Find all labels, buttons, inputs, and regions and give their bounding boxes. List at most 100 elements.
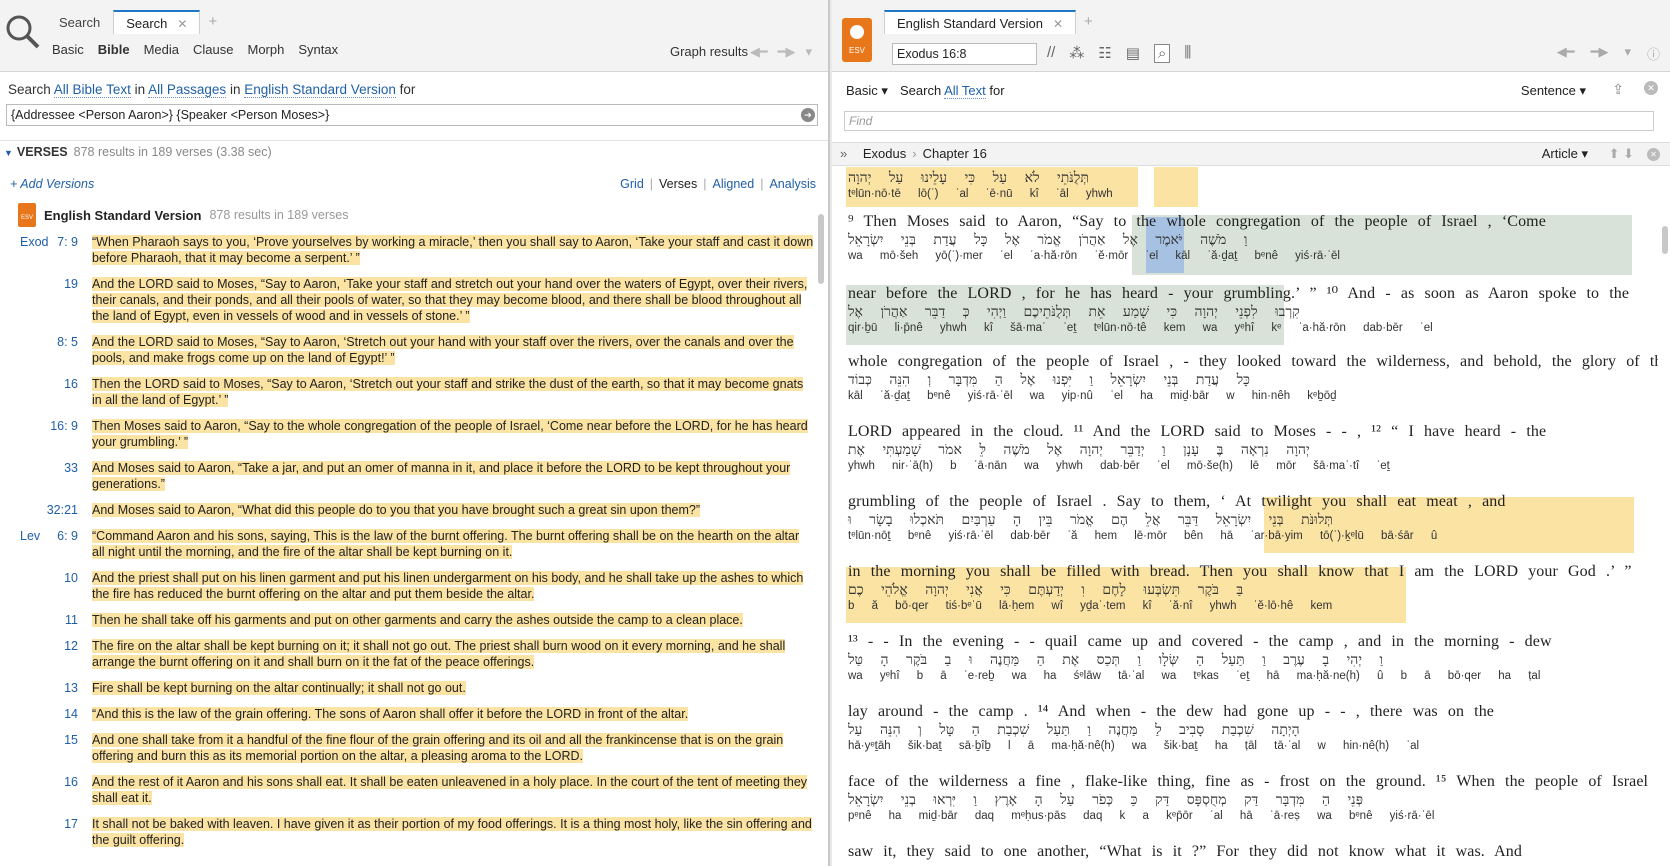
expand-sidebar-icon[interactable]: » [840,146,847,161]
search-scope: Search All Text for [900,83,1005,99]
verse-result[interactable]: Exod 7: 9 “When Pharaoh says to you, ‘Prov… [0,234,814,266]
passages-link[interactable]: All Passages [148,82,227,98]
view-aligned[interactable]: Aligned [713,177,755,191]
graph-results-button[interactable]: Graph results [670,44,748,59]
view-verses[interactable]: Verses [659,177,697,191]
verse-ref[interactable]: 19 [40,276,78,292]
verse-text: Fire shall be kept burning on the altar … [92,681,466,695]
transliteration-line: pᵉnê ha miḏ·bār daq mᵉḥus·pās daq k a kᵉ… [848,810,1435,822]
verse-ref[interactable]: 11 [40,612,78,628]
run-search-icon[interactable]: ➔ [801,108,815,122]
info-icon[interactable]: ⓘ [1647,44,1660,63]
tab-esv[interactable]: English Standard Version ✕ [884,10,1077,34]
verse-result[interactable]: 8: 5 And the LORD said to Moses, “Say to … [0,334,814,366]
add-tab-button[interactable]: + [200,10,225,34]
verse-ref[interactable]: 10 [40,570,78,586]
forward-arrow-icon[interactable]: ━▶ [1591,44,1609,63]
verse-ref[interactable]: 16 [40,376,78,392]
add-versions-link[interactable]: + Add Versions [10,177,94,191]
verse-result[interactable]: 33 And Moses said to Aaron, “Take a jar, … [0,460,814,492]
verse-book[interactable]: Lev [20,528,40,544]
verse-result[interactable]: 12 The fire on the altar shall be kept bu… [0,638,814,670]
hebrew-line: בַּ בֹּקֶר תִּשְׂבְּעוּ לָחֶם וִ יְדַעְת… [848,583,1244,598]
query-input[interactable]: {Addressee <Person Aaron>} {Speaker <Per… [6,104,818,126]
breadcrumb-chapter[interactable]: Chapter 16 [923,146,987,161]
view-grid[interactable]: Grid [620,177,644,191]
verse-ref[interactable]: 32:21 [40,502,78,518]
verse-ref[interactable]: 17 [40,816,78,832]
sentence-dropdown[interactable]: Sentence ▾ [1521,83,1586,99]
close-breadcrumb-icon[interactable]: ✕ [1647,148,1660,161]
verse-result[interactable]: 16 And the rest of it Aaron and his sons … [0,774,814,806]
up-down-arrows-icon[interactable]: ⬆ ⬇ [1609,143,1634,165]
verse-result[interactable]: 19 And the LORD said to Moses, “Say to Aa… [0,276,814,324]
in-label: in [229,82,241,97]
nav-basic[interactable]: Basic [52,42,84,57]
search-icon[interactable] [4,10,44,68]
breadcrumb-book[interactable]: Exodus [863,146,906,161]
nav-media[interactable]: Media [144,42,179,57]
results-summary: 878 results in 189 verses (3.38 sec) [73,145,272,159]
verse-result[interactable]: 16: 9 Then Moses said to Aaron, “Say to t… [0,418,814,450]
verse-result[interactable]: 16 Then the LORD said to Moses, “Say to A… [0,376,814,408]
esv-logo-icon[interactable]: ESV [842,18,872,62]
verse-ref[interactable]: 16 [40,774,78,790]
find-input[interactable]: Find [844,111,1654,131]
close-search-icon[interactable]: ✕ [1644,81,1658,95]
close-tab-icon[interactable]: ✕ [1053,17,1063,31]
verse-ref[interactable]: 15 [40,732,78,748]
scope-link[interactable]: All Bible Text [53,82,131,98]
verse-ref[interactable]: 6: 9 [40,528,78,544]
add-tab-button[interactable]: + [1076,10,1101,34]
tab-search-1[interactable]: Search [46,10,113,34]
forward-arrow-icon[interactable]: ━▶ [778,44,796,60]
verse-result[interactable]: 13 Fire shall be kept burning on the alta… [0,680,814,696]
verse-ref[interactable]: 16: 9 [40,418,78,434]
verse-result[interactable]: 14 “And this is the law of the grain offe… [0,706,814,722]
visual-filter-icon[interactable]: ⁂ [1069,44,1084,63]
close-tab-icon[interactable]: ✕ [177,17,187,31]
reference-input[interactable]: Exodus 16:8 [892,43,1037,65]
tab-search-2[interactable]: Search ✕ [113,10,201,34]
verse-result[interactable]: 11 Then he shall take off his garments an… [0,612,814,628]
basic-dropdown[interactable]: Basic ▾ [846,83,888,99]
reference-text: Exodus 16:8 [897,47,967,61]
outline-icon[interactable]: ☷ [1098,44,1111,63]
verse-ref[interactable]: 8: 5 [40,334,78,350]
search-icon[interactable]: ⌕ [1153,44,1171,63]
view-analysis[interactable]: Analysis [769,177,816,191]
interlinear-line: whole congregation of the people of Isra… [848,353,1658,402]
verse-result[interactable]: 17 It shall not be baked with leaven. I h… [0,816,814,848]
interlinear-line: grumbling of the people of Israel . Say … [848,493,1650,542]
verse-text: “When Pharaoh says to you, ‘Prove yourse… [92,235,814,265]
verse-text: And the LORD said to Moses, “Say to Aaro… [92,335,794,365]
verse-ref[interactable]: 33 [40,460,78,476]
chevron-down-icon[interactable]: ▾ [805,44,812,60]
share-icon[interactable]: ⇪ [1612,81,1624,98]
verse-result[interactable]: 32:21 And Moses said to Aaron, “What did … [0,502,814,518]
back-arrow-icon[interactable]: ◀━ [1557,44,1575,63]
parallel-icon[interactable]: // [1047,44,1055,63]
nav-clause[interactable]: Clause [193,42,233,57]
layout-icon[interactable]: ▤ [1126,44,1140,63]
columns-icon[interactable]: ⫼ [1184,44,1191,63]
results-scrollbar[interactable] [818,214,824,284]
nav-syntax[interactable]: Syntax [298,42,338,57]
article-dropdown[interactable]: Article ▾ [1542,143,1588,165]
verse-ref[interactable]: 14 [40,706,78,722]
hebrew-line: הָיְתָה שִׁכְבַת סָבִיב לַ מַּחֲנֶה וַ ת… [848,723,1300,738]
verse-ref[interactable]: 7: 9 [40,234,78,250]
back-arrow-icon[interactable]: ◀━ [750,44,768,60]
collapse-triangle-icon[interactable]: ▼ [4,148,13,158]
verse-ref[interactable]: 13 [40,680,78,696]
version-link[interactable]: English Standard Version [244,82,396,98]
verse-result[interactable]: 10 And the priest shall put on his linen … [0,570,814,602]
chevron-down-icon[interactable]: ▾ [1624,44,1631,63]
verse-ref[interactable]: 12 [40,638,78,654]
verse-result[interactable]: 15 And one shall take from it a handful o… [0,732,814,764]
text-scrollbar[interactable] [1662,226,1668,254]
scope-link[interactable]: All Text [944,83,986,99]
nav-bible[interactable]: Bible [98,42,130,57]
nav-morph[interactable]: Morph [247,42,284,57]
verse-result[interactable]: Lev 6: 9 “Command Aaron and his sons, sayi… [0,528,814,560]
